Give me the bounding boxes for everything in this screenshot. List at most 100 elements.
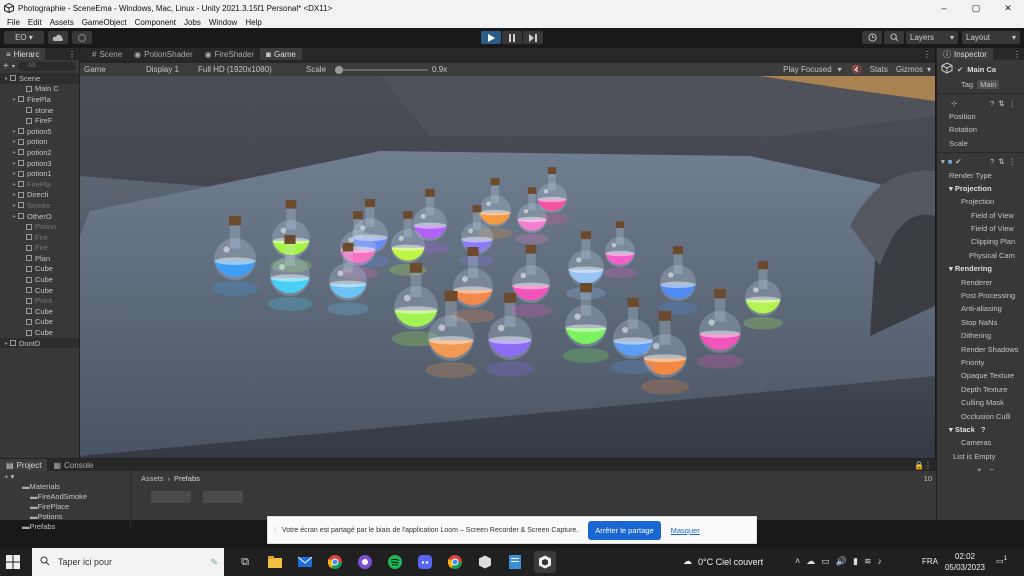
expand-arrow-icon[interactable]: ▸ bbox=[11, 138, 18, 145]
hierarchy-item[interactable]: ▸ Directi bbox=[0, 190, 79, 201]
help-icon[interactable]: ? bbox=[981, 425, 986, 434]
hierarchy-item[interactable]: Point bbox=[0, 295, 79, 306]
drag-handle-icon[interactable]: ⁞ bbox=[268, 527, 282, 534]
tab-hierarchy[interactable]: ≡ Hierarc bbox=[0, 48, 46, 60]
hierarchy-item[interactable]: ▸ Smoke bbox=[0, 200, 79, 211]
menu-component[interactable]: Component bbox=[131, 18, 180, 27]
transform-header[interactable]: ⊹ ?⇅⋮ bbox=[937, 96, 1024, 109]
lock-icon[interactable]: ⋮ bbox=[68, 50, 79, 59]
add-icon[interactable]: + bbox=[3, 61, 9, 72]
hierarchy-item[interactable]: ▸ potion5 bbox=[0, 126, 79, 137]
hierarchy-item[interactable]: ▸ potion1 bbox=[0, 168, 79, 179]
rendering-foldout[interactable]: ▾ Rendering bbox=[937, 262, 1024, 275]
stop-sharing-button[interactable]: Arrêter le partage bbox=[588, 520, 661, 540]
tab-game[interactable]: ◙ Game bbox=[260, 48, 302, 60]
hierarchy-item[interactable]: ▸ potion2 bbox=[0, 147, 79, 158]
close-button[interactable]: ✕ bbox=[992, 0, 1024, 16]
github-icon[interactable] bbox=[354, 551, 376, 573]
stats-button[interactable]: Stats bbox=[866, 65, 892, 74]
clock[interactable]: 02:02 05/03/2023 bbox=[940, 551, 990, 573]
remove-camera-button[interactable]: − bbox=[989, 465, 993, 474]
hierarchy-item[interactable]: ▸ potion3 bbox=[0, 158, 79, 169]
menu-help[interactable]: Help bbox=[241, 18, 265, 27]
hierarchy-item[interactable]: Cube bbox=[0, 327, 79, 338]
camera-header[interactable]: ▾ ■ ✔ ?⇅⋮ bbox=[937, 155, 1024, 168]
project-folder-item[interactable]: ▬ Materials bbox=[0, 481, 130, 491]
sound-icon[interactable]: ♪ bbox=[878, 556, 883, 567]
expand-arrow-icon[interactable]: ▸ bbox=[11, 170, 18, 177]
cloud-icon[interactable] bbox=[48, 31, 68, 44]
hierarchy-item[interactable]: Potion bbox=[0, 221, 79, 232]
hierarchy-item[interactable]: Cube bbox=[0, 285, 79, 296]
expand-arrow-icon[interactable]: ▸ bbox=[11, 191, 18, 198]
battery-icon[interactable]: ▮ bbox=[853, 556, 858, 567]
component-buttons[interactable]: ?⇅⋮ bbox=[990, 157, 1024, 166]
hierarchy-item[interactable]: Main C bbox=[0, 84, 79, 95]
network-icon[interactable]: ▭ bbox=[821, 556, 830, 567]
menu-file[interactable]: File bbox=[3, 18, 24, 27]
layout-dropdown[interactable]: Layout ▾ bbox=[962, 31, 1020, 44]
gizmos-button[interactable]: Gizmos bbox=[892, 65, 927, 74]
notifications-button[interactable]: ▭1 bbox=[996, 555, 1007, 566]
menu-window[interactable]: Window bbox=[205, 18, 241, 27]
tab-console[interactable]: ▦ Console bbox=[47, 459, 100, 471]
hierarchy-item[interactable]: Fire bbox=[0, 232, 79, 243]
hierarchy-item[interactable]: Cube bbox=[0, 306, 79, 317]
camera-enabled-checkbox[interactable]: ✔ bbox=[955, 157, 961, 166]
chevron-up-icon[interactable]: ˄ bbox=[795, 556, 800, 567]
maximize-button[interactable]: ▢ bbox=[960, 0, 992, 16]
hierarchy-item[interactable]: Cube bbox=[0, 264, 79, 275]
history-icon[interactable] bbox=[862, 31, 882, 44]
scale-slider[interactable] bbox=[335, 65, 429, 74]
task-view-icon[interactable]: ⧉ bbox=[234, 551, 256, 573]
display-dropdown[interactable]: Display 1 bbox=[140, 65, 194, 74]
menu-gameobject[interactable]: GameObject bbox=[78, 18, 131, 27]
breadcrumb-assets[interactable]: Assets bbox=[141, 474, 164, 483]
hierarchy-item[interactable]: ▸ FirePla bbox=[0, 179, 79, 190]
expand-arrow-icon[interactable]: ▸ bbox=[11, 128, 18, 135]
project-folder-item[interactable]: ▬ Potions bbox=[0, 511, 130, 521]
expand-arrow-icon[interactable]: ▸ bbox=[11, 213, 18, 220]
chrome-icon[interactable] bbox=[444, 551, 466, 573]
search-icon[interactable] bbox=[884, 31, 904, 44]
tab-fireshader[interactable]: ◉ FireShader bbox=[198, 48, 261, 60]
spotify-icon[interactable] bbox=[384, 551, 406, 573]
chevron-down-icon[interactable]: ▾ bbox=[832, 65, 848, 74]
hierarchy-item[interactable]: ▸ FirePla bbox=[0, 94, 79, 105]
taskbar-search[interactable]: Taper ici pour ✎ bbox=[32, 548, 224, 576]
minimize-button[interactable]: – bbox=[928, 0, 960, 16]
unity-hub-icon[interactable] bbox=[474, 551, 496, 573]
step-button[interactable] bbox=[523, 31, 543, 44]
add-camera-button[interactable]: + bbox=[977, 465, 981, 474]
projection-foldout[interactable]: ▾ Projection bbox=[937, 182, 1024, 195]
play-focused-dropdown[interactable]: Play Focused bbox=[783, 65, 831, 74]
game-viewport[interactable] bbox=[80, 76, 935, 458]
hierarchy-item[interactable]: Cube bbox=[0, 317, 79, 328]
mail-icon[interactable] bbox=[294, 551, 316, 573]
add-asset-button[interactable]: + ▾ bbox=[0, 471, 130, 481]
layers-dropdown[interactable]: Layers ▾ bbox=[906, 31, 958, 44]
game-mode-dropdown[interactable]: Game bbox=[80, 65, 140, 74]
prefab-thumbnail[interactable] bbox=[203, 491, 243, 503]
weather-widget[interactable]: ☁ 0°C Ciel couvert bbox=[683, 556, 763, 567]
volume-icon[interactable]: 🔊 bbox=[836, 556, 847, 567]
more-icon[interactable]: ⋮ bbox=[1013, 50, 1024, 59]
hierarchy-item[interactable]: ▸ potion bbox=[0, 137, 79, 148]
expand-arrow-icon[interactable]: ▸ bbox=[11, 149, 18, 156]
windows-start-icon[interactable] bbox=[6, 555, 20, 571]
chevron-down-icon[interactable]: ▾ bbox=[12, 63, 15, 70]
expand-arrow-icon[interactable]: ▸ bbox=[3, 340, 10, 347]
hierarchy-scene-row[interactable]: ▸ DontD bbox=[0, 337, 79, 349]
tab-project[interactable]: ▤ Project bbox=[0, 459, 48, 471]
component-buttons[interactable]: ?⇅⋮ bbox=[990, 99, 1024, 108]
active-checkbox[interactable]: ✔ bbox=[957, 65, 963, 74]
onedrive-icon[interactable]: ☁ bbox=[806, 556, 815, 567]
discord-icon[interactable] bbox=[414, 551, 436, 573]
unity-editor-icon[interactable] bbox=[534, 551, 556, 573]
tab-scene[interactable]: # Scene bbox=[86, 48, 129, 60]
expand-arrow-icon[interactable]: ▸ bbox=[11, 202, 18, 209]
expand-arrow-icon[interactable]: ▸ bbox=[11, 181, 18, 188]
mute-audio-icon[interactable]: 🔇 bbox=[848, 65, 866, 74]
play-button[interactable] bbox=[481, 31, 501, 44]
prefab-thumbnail[interactable] bbox=[151, 491, 191, 503]
